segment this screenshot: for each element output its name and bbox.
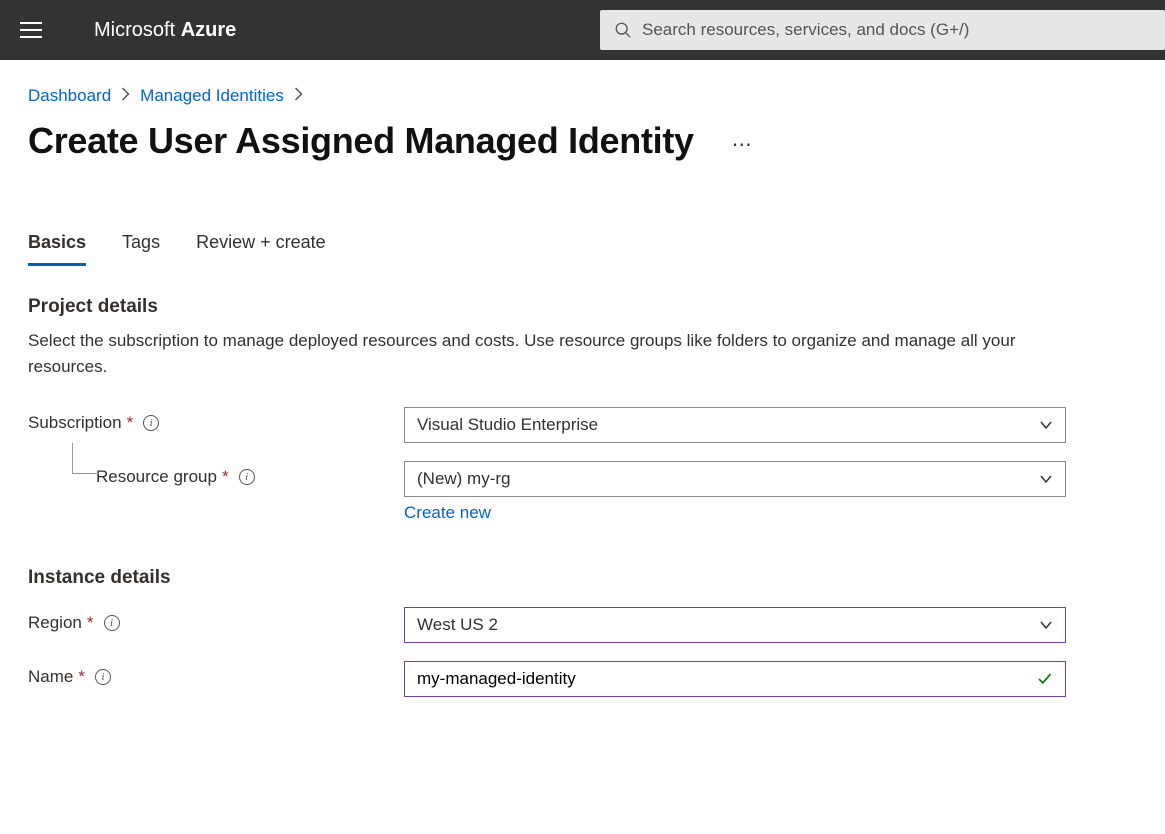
brand-suffix: Azure bbox=[181, 19, 237, 41]
menu-icon[interactable] bbox=[20, 18, 44, 42]
row-name: Name * i bbox=[28, 661, 1137, 697]
label-name: Name * i bbox=[28, 661, 404, 687]
tab-tags[interactable]: Tags bbox=[122, 232, 160, 266]
required-asterisk: * bbox=[222, 467, 229, 487]
required-asterisk: * bbox=[127, 413, 134, 433]
region-select[interactable]: West US 2 bbox=[404, 607, 1066, 643]
resource-group-select[interactable]: (New) my-rg bbox=[404, 461, 1066, 497]
create-new-link[interactable]: Create new bbox=[404, 503, 491, 523]
name-input[interactable] bbox=[417, 669, 1036, 689]
brand-logo[interactable]: Microsoft Azure bbox=[94, 19, 236, 42]
field-region: West US 2 bbox=[404, 607, 1066, 643]
search-icon bbox=[614, 21, 632, 39]
row-region: Region * i West US 2 bbox=[28, 607, 1137, 643]
tabs: Basics Tags Review + create bbox=[28, 232, 1137, 266]
resource-group-value: (New) my-rg bbox=[417, 469, 511, 489]
page-title-row: Create User Assigned Managed Identity ⋯ bbox=[28, 120, 1137, 162]
field-subscription: Visual Studio Enterprise bbox=[404, 407, 1066, 443]
breadcrumb: Dashboard Managed Identities bbox=[28, 86, 1137, 106]
tab-review-create[interactable]: Review + create bbox=[196, 232, 326, 266]
chevron-down-icon bbox=[1039, 618, 1053, 632]
section-project-details-desc: Select the subscription to manage deploy… bbox=[28, 328, 1018, 379]
top-header: Microsoft Azure bbox=[0, 0, 1165, 60]
info-icon[interactable]: i bbox=[239, 469, 255, 485]
breadcrumb-managed-identities[interactable]: Managed Identities bbox=[140, 86, 284, 106]
chevron-down-icon bbox=[1039, 418, 1053, 432]
global-search[interactable] bbox=[600, 10, 1165, 50]
main-content: Dashboard Managed Identities Create User… bbox=[0, 60, 1165, 723]
info-icon[interactable]: i bbox=[143, 415, 159, 431]
subscription-select[interactable]: Visual Studio Enterprise bbox=[404, 407, 1066, 443]
page-title: Create User Assigned Managed Identity bbox=[28, 120, 694, 162]
search-input[interactable] bbox=[642, 20, 1151, 40]
chevron-down-icon bbox=[1039, 472, 1053, 486]
section-project-details-heading: Project details bbox=[28, 296, 1137, 318]
more-actions-button[interactable]: ⋯ bbox=[724, 128, 761, 161]
brand-prefix: Microsoft bbox=[94, 19, 181, 41]
required-asterisk: * bbox=[78, 667, 85, 687]
check-icon bbox=[1036, 670, 1054, 688]
region-value: West US 2 bbox=[417, 615, 498, 635]
subscription-value: Visual Studio Enterprise bbox=[417, 415, 598, 435]
section-instance-details-heading: Instance details bbox=[28, 567, 1137, 589]
label-resource-group: Resource group * i bbox=[28, 461, 404, 487]
subscription-label-text: Subscription bbox=[28, 413, 122, 433]
chevron-right-icon bbox=[294, 86, 303, 106]
name-input-wrapper[interactable] bbox=[404, 661, 1066, 697]
tab-basics[interactable]: Basics bbox=[28, 232, 86, 266]
chevron-right-icon bbox=[121, 86, 130, 106]
label-subscription: Subscription * i bbox=[28, 407, 404, 433]
info-icon[interactable]: i bbox=[95, 669, 111, 685]
info-icon[interactable]: i bbox=[104, 615, 120, 631]
row-subscription: Subscription * i Visual Studio Enterpris… bbox=[28, 407, 1137, 443]
row-resource-group: Resource group * i (New) my-rg Create ne… bbox=[28, 461, 1137, 523]
breadcrumb-dashboard[interactable]: Dashboard bbox=[28, 86, 111, 106]
region-label-text: Region bbox=[28, 613, 82, 633]
required-asterisk: * bbox=[87, 613, 94, 633]
name-label-text: Name bbox=[28, 667, 73, 687]
label-region: Region * i bbox=[28, 607, 404, 633]
resource-group-label-text: Resource group bbox=[96, 467, 217, 487]
field-name bbox=[404, 661, 1066, 697]
field-resource-group: (New) my-rg Create new bbox=[404, 461, 1066, 523]
